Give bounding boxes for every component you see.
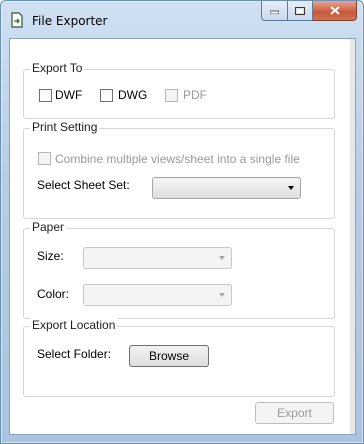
select-folder-label: Select Folder:: [37, 347, 112, 361]
export-to-title: Export To: [30, 61, 85, 75]
size-label: Size:: [37, 249, 64, 263]
document-export-icon: [11, 12, 23, 28]
dwf-checkbox[interactable]: [39, 89, 52, 102]
scrollbar[interactable]: [350, 39, 355, 434]
window-title: File Exporter: [32, 14, 108, 28]
color-label: Color:: [37, 287, 70, 301]
close-button[interactable]: [313, 1, 357, 21]
minimize-button[interactable]: [261, 1, 288, 21]
maximize-button[interactable]: [288, 1, 313, 21]
dwg-checkbox[interactable]: [100, 89, 113, 102]
combine-label: Combine multiple views/sheet into a sing…: [55, 152, 300, 166]
combine-checkbox[interactable]: [38, 152, 51, 165]
sheet-set-label: Select Sheet Set:: [37, 178, 130, 192]
chevron-down-icon: [219, 293, 225, 297]
paper-group: Paper Size: Color:: [23, 220, 335, 319]
close-icon: [329, 6, 340, 15]
export-to-group: Export To DWF DWG PDF: [23, 61, 335, 119]
pdf-label: PDF: [183, 88, 207, 102]
sheet-set-dropdown[interactable]: [152, 177, 301, 199]
minimize-icon: [270, 10, 279, 14]
pdf-checkbox[interactable]: [165, 89, 178, 102]
file-exporter-window: File Exporter Export To DWF DWG PDF Prin…: [0, 0, 364, 444]
browse-button[interactable]: Browse: [129, 345, 209, 367]
dialog-body: Export To DWF DWG PDF Print Setting Comb…: [9, 38, 356, 435]
print-setting-group: Print Setting Combine multiple views/she…: [23, 120, 335, 219]
size-dropdown[interactable]: [83, 247, 232, 269]
dwf-label: DWF: [55, 88, 83, 102]
paper-title: Paper: [30, 220, 67, 234]
color-dropdown[interactable]: [83, 284, 232, 306]
dwg-label: DWG: [118, 88, 148, 102]
chevron-down-icon: [288, 186, 294, 190]
caption-buttons: [261, 1, 357, 21]
export-location-group: Export Location Select Folder: Browse: [23, 318, 335, 397]
export-location-title: Export Location: [30, 318, 118, 332]
maximize-icon: [295, 6, 305, 15]
chevron-down-icon: [219, 256, 225, 260]
print-setting-title: Print Setting: [30, 120, 100, 134]
export-button[interactable]: Export: [255, 402, 334, 424]
title-bar[interactable]: File Exporter: [1, 1, 363, 37]
